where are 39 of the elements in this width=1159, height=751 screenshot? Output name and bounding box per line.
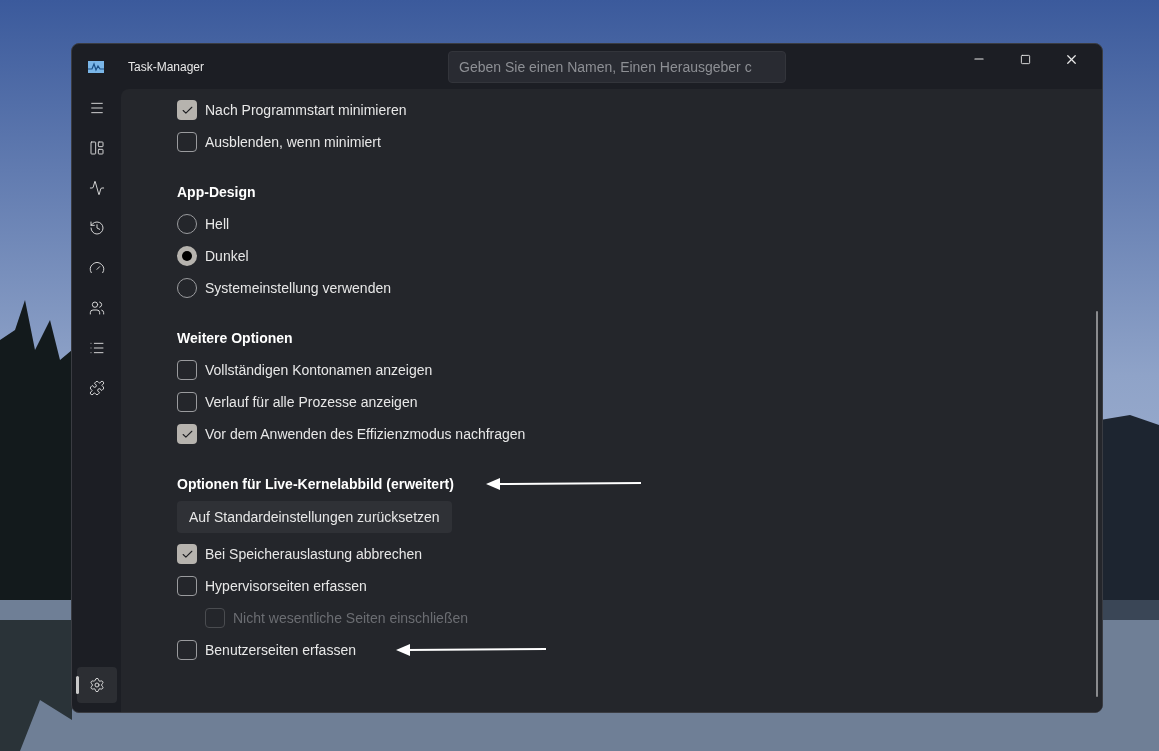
checkbox[interactable] [177, 100, 197, 120]
radio-button[interactable] [177, 246, 197, 266]
checkbox[interactable] [177, 576, 197, 596]
option-label: Hypervisorseiten erfassen [205, 576, 367, 596]
grid-icon [88, 140, 105, 156]
checkbox[interactable] [177, 132, 197, 152]
option-label: Ausblenden, wenn minimiert [205, 132, 381, 152]
checkbox[interactable] [177, 424, 197, 444]
maximize-icon [1019, 53, 1031, 65]
reset-button[interactable]: Auf Standardeinstellungen zurücksetzen [177, 501, 452, 533]
option-label: Nicht wesentliche Seiten einschließen [233, 608, 468, 628]
window-title: Task-Manager [128, 58, 205, 76]
option-label: Dunkel [205, 246, 249, 266]
puzzle-icon [88, 380, 105, 396]
option-label: Bei Speicherauslastung abbrechen [205, 544, 423, 564]
checkbox[interactable] [177, 360, 197, 380]
option-label: Systemeinstellung verwenden [205, 278, 391, 298]
app-icon [88, 60, 104, 73]
section-heading: Optionen für Live-Kernelabbild (erweitert) [177, 474, 454, 494]
gauge-icon [88, 260, 105, 276]
option-label: Benutzerseiten erfassen [205, 640, 356, 660]
option-label: Vollständigen Kontonamen anzeigen [205, 360, 433, 380]
settings-tab[interactable] [76, 667, 117, 703]
option-label: Vor dem Anwenden des Effizienzmodus nachfragen [205, 424, 526, 444]
checkbox[interactable] [177, 640, 197, 660]
checkbox[interactable] [177, 544, 197, 564]
pulse-icon [88, 180, 105, 196]
users-icon [88, 300, 105, 316]
option-label: Nach Programmstart minimieren [205, 100, 407, 120]
section-heading: App-Design [177, 182, 256, 202]
list-icon [88, 340, 105, 356]
settings-icon [88, 677, 105, 693]
option-label: Hell [205, 214, 230, 234]
history-icon [88, 220, 105, 236]
option-label: Verlauf für alle Prozesse anzeigen [205, 392, 418, 412]
section-heading: Weitere Optionen [177, 328, 293, 348]
search-field[interactable]: Geben Sie einen Namen, Einen Herausgeber c [448, 50, 787, 83]
menu-icon [88, 100, 105, 116]
checkbox[interactable] [177, 392, 197, 412]
